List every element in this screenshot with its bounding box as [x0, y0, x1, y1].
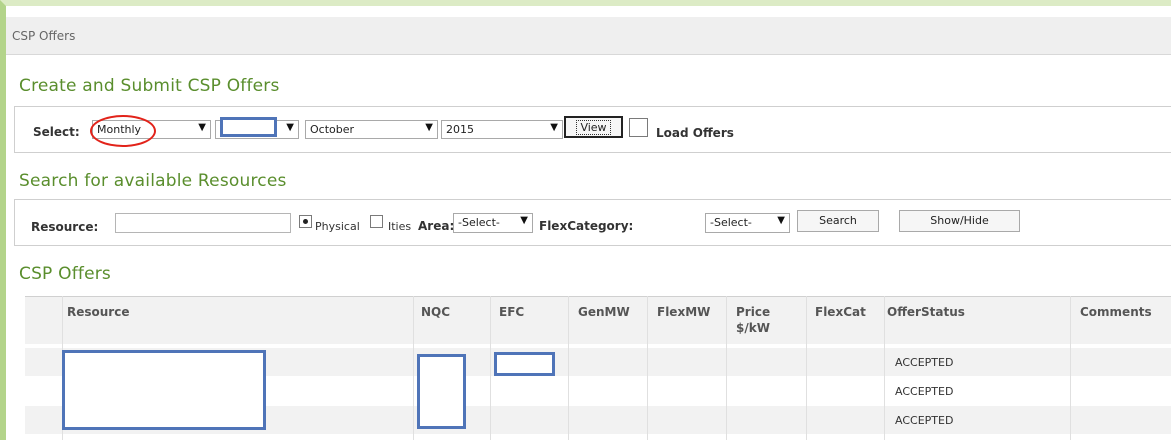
column-divider [806, 296, 807, 440]
load-offers-checkbox[interactable] [629, 118, 648, 137]
chevron-down-icon: ▼ [425, 122, 433, 133]
physical-label: Physical [315, 220, 360, 233]
offers-table-header: Resource NQC EFC GenMW FlexMW Price $/kW… [25, 296, 1171, 344]
offer-status-cell: ACCEPTED [895, 356, 954, 369]
col-resource: Resource [67, 305, 130, 319]
col-nqc: NQC [421, 305, 451, 319]
year-select[interactable]: 2015 ▼ [441, 120, 563, 139]
select-label: Select: [33, 125, 80, 139]
column-divider [568, 296, 569, 440]
load-offers-label: Load Offers [656, 126, 734, 140]
chevron-down-icon: ▼ [286, 122, 294, 133]
column-divider [726, 296, 727, 440]
redaction-box [417, 354, 466, 429]
col-genmw: GenMW [578, 305, 630, 319]
window-title: CSP Offers [12, 29, 76, 43]
column-divider [413, 296, 414, 440]
show-hide-button[interactable]: Show/Hide [899, 210, 1020, 232]
create-panel: Select: Monthly ▼ ▼ October ▼ 2015 ▼ Vie… [14, 106, 1171, 153]
chevron-down-icon: ▼ [777, 215, 785, 226]
ities-label: Ities [388, 220, 412, 233]
physical-radio[interactable] [299, 215, 312, 228]
column-divider [1070, 296, 1071, 440]
chevron-down-icon: ▼ [520, 215, 528, 226]
month-value: October [310, 123, 355, 136]
chevron-down-icon: ▼ [550, 122, 558, 133]
year-value: 2015 [446, 123, 474, 136]
radio-selected-dot [303, 219, 308, 224]
flexcategory-value: -Select- [710, 216, 752, 229]
col-price-unit: $/kW [736, 321, 770, 335]
col-offerstatus: OfferStatus [887, 305, 965, 319]
create-section-title: Create and Submit CSP Offers [19, 76, 280, 96]
offers-section-title: CSP Offers [19, 264, 111, 284]
col-flexcat: FlexCat [815, 305, 866, 319]
ities-radio[interactable] [370, 215, 383, 228]
area-label: Area: [418, 219, 455, 233]
search-button[interactable]: Search [797, 210, 879, 232]
search-panel: Resource: Physical Ities Area: -Select- … [14, 199, 1171, 246]
flexcategory-label: FlexCategory: [539, 219, 634, 233]
view-button-label: View [576, 120, 611, 135]
column-divider [490, 296, 491, 440]
resource-input[interactable] [115, 213, 291, 233]
redaction-box [220, 117, 277, 137]
search-section-title: Search for available Resources [19, 171, 287, 191]
annotation-circle [90, 115, 156, 147]
offer-status-cell: ACCEPTED [895, 414, 954, 427]
resource-label: Resource: [31, 220, 99, 234]
flexcategory-select[interactable]: -Select- ▼ [705, 213, 790, 233]
area-select[interactable]: -Select- ▼ [453, 213, 533, 233]
col-price: Price [736, 305, 771, 319]
redaction-box [62, 350, 266, 430]
column-divider [647, 296, 648, 440]
title-bar: CSP Offers [6, 17, 1171, 55]
column-divider [884, 296, 885, 440]
view-button[interactable]: View [564, 116, 623, 138]
col-comments: Comments [1080, 305, 1152, 319]
chevron-down-icon: ▼ [198, 122, 206, 133]
offer-status-cell: ACCEPTED [895, 385, 954, 398]
month-select[interactable]: October ▼ [305, 120, 438, 139]
area-value: -Select- [458, 216, 500, 229]
redaction-box [494, 352, 555, 376]
col-efc: EFC [499, 305, 525, 319]
col-flexmw: FlexMW [657, 305, 711, 319]
